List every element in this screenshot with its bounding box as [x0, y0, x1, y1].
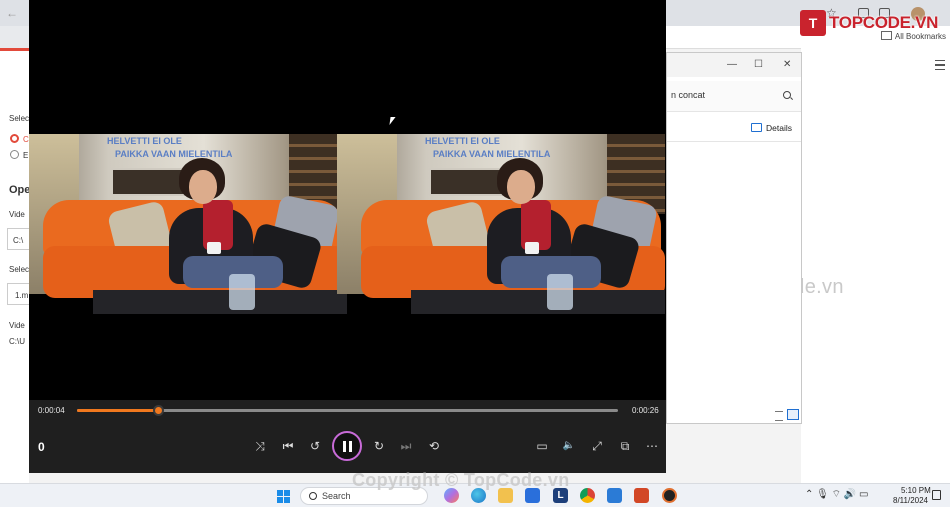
search-icon [309, 492, 317, 500]
subtitles-icon[interactable]: ▭ [532, 438, 552, 454]
mouse-cursor-icon [389, 117, 396, 125]
divider [667, 141, 801, 142]
logo-mark-icon: T [800, 10, 826, 36]
pause-button[interactable] [332, 431, 362, 461]
vscode-icon[interactable] [607, 488, 622, 503]
video-path-value: C:\ [13, 236, 24, 245]
section-heading: Ope [9, 184, 31, 196]
video-right-half: HELVETTI EI OLE PAIKKA VAAN MIELENTILA [337, 134, 665, 314]
tiles-view-icon[interactable] [787, 409, 799, 420]
more-options-icon[interactable]: ⋯ [642, 438, 662, 454]
rewind-10-icon[interactable]: ↺ [305, 438, 325, 454]
app-header-accent [0, 48, 29, 51]
details-button[interactable]: Details [751, 123, 792, 133]
minimize-button[interactable]: — [727, 59, 737, 70]
video-sign-line-2: PAIKKA VAAN MIELENTILA [115, 149, 233, 159]
windows-start-icon[interactable] [277, 490, 290, 503]
system-tray[interactable]: ⌃ 🎙 ⌔ 🔊 ▭ [805, 488, 869, 501]
back-arrow-icon[interactable]: ← [6, 6, 18, 20]
radio-option-1[interactable] [10, 134, 19, 143]
video-sign-line-2-copy: PAIKKA VAAN MIELENTILA [433, 149, 551, 159]
details-view-icon[interactable] [775, 411, 783, 421]
media-player-window: HELVETTI EI OLE PAIKKA VAAN MIELENTILA H… [29, 0, 666, 473]
video-canvas[interactable]: HELVETTI EI OLE PAIKKA VAAN MIELENTILA H… [29, 134, 666, 314]
mini-player-icon[interactable]: ⧉ [615, 438, 635, 454]
video-sign-line-1-copy: HELVETTI EI OLE [425, 136, 500, 146]
seek-thumb[interactable] [153, 405, 165, 416]
close-button[interactable]: ✕ [783, 59, 791, 70]
video-output-label: Vide [9, 321, 25, 330]
seek-bar-progress [77, 409, 159, 412]
file-explorer-window: — ☐ ✕ n concat Details [666, 52, 802, 424]
radio-option-2-label: E [23, 151, 29, 160]
speed-readout: 0 [38, 440, 45, 454]
media-player-icon[interactable] [662, 488, 677, 503]
powerpoint-icon[interactable] [634, 488, 649, 503]
shuffle-icon[interactable]: ⤨ [250, 438, 270, 454]
video-output-path: C:\U [9, 337, 25, 346]
video-label: Vide [9, 210, 25, 219]
search-icon[interactable] [783, 91, 791, 99]
fullscreen-icon[interactable]: ⤢ [587, 438, 607, 454]
radio-option-2[interactable] [10, 150, 19, 159]
previous-icon[interactable]: ⏮ [278, 438, 298, 454]
select-label-2: Selec [9, 265, 30, 274]
chrome-icon[interactable] [580, 488, 595, 503]
topcode-logo: T TOPCODE.VN [800, 10, 938, 38]
clock-time[interactable]: 5:10 PM [901, 486, 931, 495]
seek-bar[interactable] [77, 405, 618, 416]
video-sign-line-1: HELVETTI EI OLE [107, 136, 182, 146]
file-select-value: 1.m [15, 291, 29, 300]
explorer-search-value: n concat [671, 90, 706, 100]
hamburger-menu-icon[interactable] [935, 60, 945, 70]
clock-date[interactable]: 8/11/2024 [893, 496, 928, 505]
forward-30-icon[interactable]: ↻ [369, 438, 389, 454]
taskbar-search-placeholder: Search [322, 491, 351, 501]
logo-text: TOPCODE.VN [829, 13, 939, 32]
maximize-button[interactable]: ☐ [754, 59, 763, 70]
repeat-icon[interactable]: ⟲ [424, 438, 444, 454]
notification-icon[interactable] [932, 490, 941, 500]
total-duration: 0:00:26 [632, 406, 659, 415]
volume-icon[interactable]: 🔈 [559, 438, 579, 454]
copyright-watermark: Copyright © TopCode.vn [352, 470, 570, 490]
radio-option-1-label: C [23, 135, 29, 144]
select-label: Selec [9, 114, 30, 123]
current-time: 0:00:04 [38, 406, 65, 415]
right-web-page [801, 48, 950, 483]
details-pane-icon [751, 123, 762, 132]
next-icon[interactable]: ⏭ [396, 438, 416, 454]
video-left-half: HELVETTI EI OLE PAIKKA VAAN MIELENTILA [29, 134, 347, 314]
playback-controls: 0:00:04 0:00:26 0 ⤨ ⏮ ↺ ↻ ⏭ ⟲ ▭ 🔈 ⤢ ⧉ ⋯ [29, 400, 666, 473]
